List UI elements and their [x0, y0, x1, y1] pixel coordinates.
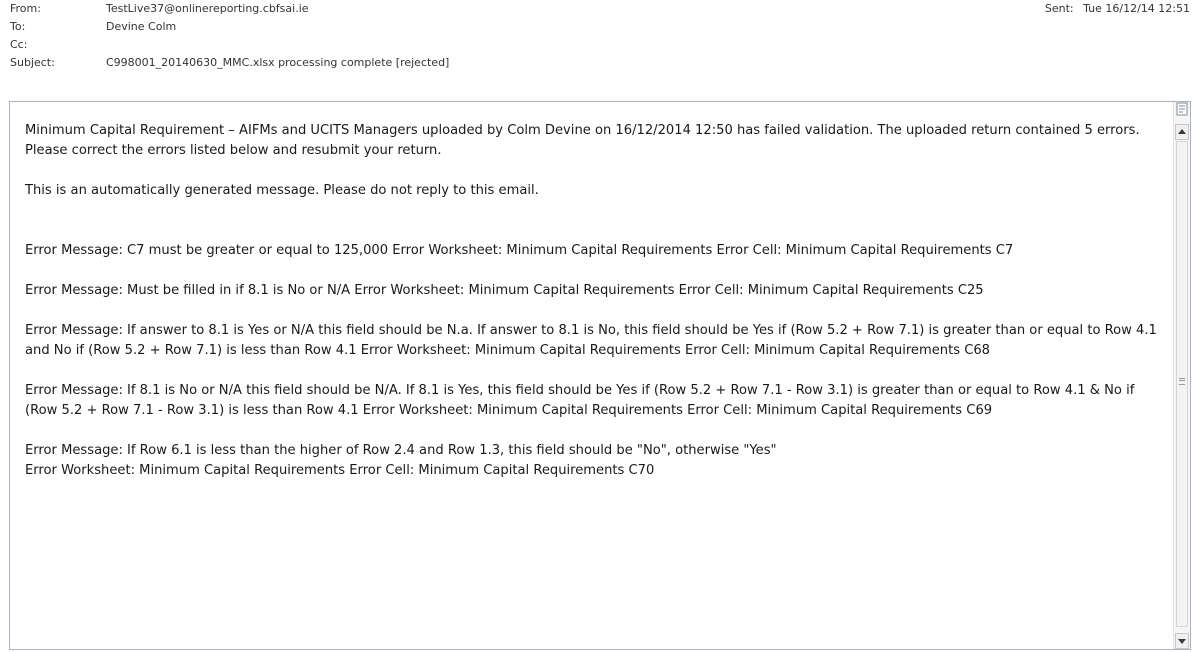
chevron-down-icon	[1178, 639, 1186, 644]
error-item-line-1: Error Message: If Row 6.1 is less than t…	[25, 443, 777, 458]
scrollbar-thumb[interactable]	[1176, 141, 1188, 627]
to-recipient[interactable]: Devine Colm	[106, 18, 176, 36]
intro-paragraph: Minimum Capital Requirement – AIFMs and …	[25, 123, 1140, 158]
error-item: Error Message: If Row 6.1 is less than t…	[25, 441, 1165, 481]
error-item-line-2: Error Worksheet: Minimum Capital Require…	[25, 463, 655, 478]
vertical-scrollbar[interactable]	[1173, 102, 1190, 649]
sent-info: Sent: Tue 16/12/14 12:51	[1045, 0, 1190, 18]
sent-label: Sent:	[1044, 2, 1074, 15]
subject-text: C998001_20140630_MMC.xlsx processing com…	[106, 56, 450, 69]
to-label: To:	[10, 20, 26, 33]
error-item: Error Message: If answer to 8.1 is Yes o…	[25, 323, 1157, 358]
auto-generated-notice: This is an automatically generated messa…	[25, 183, 539, 198]
cc-label: Cc:	[10, 38, 28, 51]
sent-date: Tue 16/12/14 12:51	[1083, 2, 1190, 15]
scroll-up-button[interactable]	[1175, 124, 1189, 140]
error-item: Error Message: Must be filled in if 8.1 …	[25, 283, 984, 298]
chevron-up-icon	[1178, 129, 1186, 134]
grip-icon	[1179, 378, 1185, 385]
from-address[interactable]: TestLive37@onlinereporting.cbfsai.ie	[106, 0, 309, 18]
error-item: Error Message: C7 must be greater or equ…	[25, 243, 1014, 258]
scroll-down-button[interactable]	[1175, 633, 1189, 649]
message-header: From: TestLive37@onlinereporting.cbfsai.…	[0, 0, 1192, 98]
message-body: Minimum Capital Requirement – AIFMs and …	[25, 121, 1165, 481]
view-in-browser-icon[interactable]	[1175, 102, 1189, 118]
message-body-pane[interactable]: Minimum Capital Requirement – AIFMs and …	[9, 101, 1191, 650]
error-item: Error Message: If 8.1 is No or N/A this …	[25, 383, 1135, 418]
from-label: From:	[10, 2, 41, 15]
subject-label: Subject:	[10, 56, 55, 69]
